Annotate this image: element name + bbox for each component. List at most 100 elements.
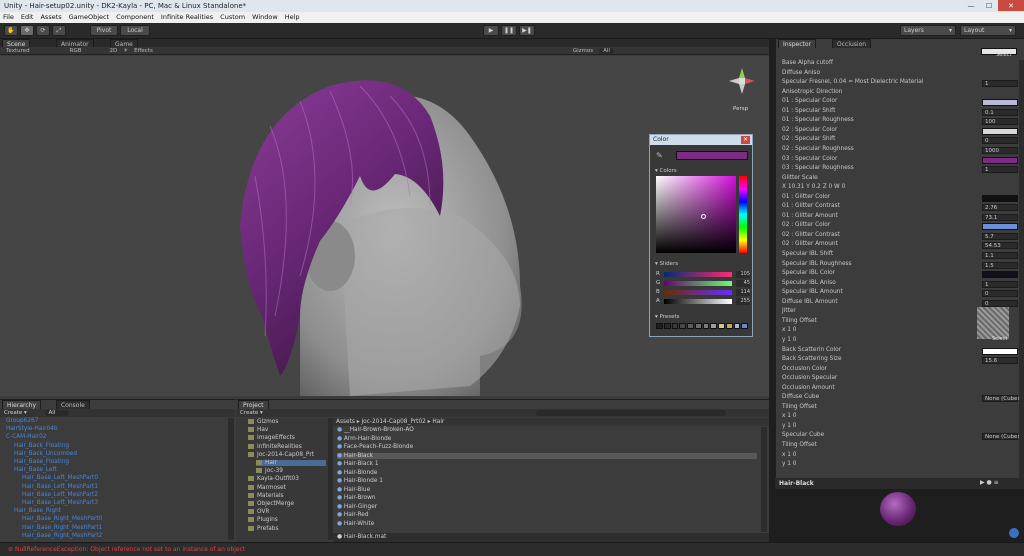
- hierarchy-item[interactable]: Hair_Base_Left_MeshPart3: [22, 500, 98, 506]
- menu-custom[interactable]: Custom: [220, 13, 245, 22]
- menu-file[interactable]: File: [3, 13, 14, 22]
- asset-item[interactable]: ● Hair-Brown: [337, 495, 376, 501]
- property-value-field[interactable]: 1: [982, 166, 1018, 174]
- move-tool-icon[interactable]: ✥: [20, 25, 34, 36]
- preset-swatch[interactable]: [733, 323, 741, 329]
- asset-item[interactable]: ● Hair-Black 1: [337, 461, 379, 467]
- property-value-field[interactable]: 100: [982, 118, 1018, 126]
- folder-item[interactable]: Plugins: [248, 517, 278, 523]
- folder-item[interactable]: Joc-2014-Cap08_Prt: [248, 451, 314, 458]
- color-swatch[interactable]: [982, 99, 1018, 107]
- folder-item[interactable]: Marmoset: [248, 484, 286, 491]
- asset-item[interactable]: ● Face-Peach-Fuzz-Blonde: [337, 444, 413, 450]
- project-search-input[interactable]: [536, 410, 726, 416]
- 2d-toggle[interactable]: 2D: [109, 48, 117, 54]
- slider-a-value[interactable]: 255: [736, 298, 750, 305]
- folder-item[interactable]: Gizmos: [248, 419, 278, 425]
- hierarchy-create-dropdown[interactable]: Create: [4, 410, 22, 416]
- hierarchy-item[interactable]: Hair_Base_Right_MeshPart1: [22, 525, 102, 531]
- property-value-field[interactable]: 1.5: [982, 261, 1018, 269]
- pivot-toggle[interactable]: Pivot: [90, 25, 118, 36]
- hierarchy-item[interactable]: Hair_Back_Uncombed: [14, 451, 77, 457]
- property-value-field[interactable]: 54.53: [982, 242, 1018, 250]
- render-mode-dropdown[interactable]: RGB: [70, 48, 82, 54]
- hierarchy-item[interactable]: Hair_Base_Floating: [14, 459, 69, 465]
- hierarchy-item[interactable]: C-CAM-Hair02: [6, 434, 47, 440]
- hierarchy-item[interactable]: Hair_Base_Right_MeshPart2: [22, 533, 102, 539]
- maximize-button[interactable]: ☐: [980, 0, 998, 11]
- asset-item[interactable]: ● Hair-Ginger: [337, 504, 377, 510]
- slider-g-track[interactable]: [664, 281, 732, 286]
- hierarchy-item[interactable]: HairStyle-Hair04b: [6, 426, 58, 432]
- project-create-dropdown[interactable]: Create: [240, 410, 258, 416]
- folder-item[interactable]: Hair: [256, 460, 326, 466]
- hierarchy-item[interactable]: Hair_Base_Left_MeshPart2: [22, 492, 98, 498]
- asset-item[interactable]: ● Hair-Blue: [337, 487, 370, 493]
- hierarchy-item[interactable]: Hair_Base_Right_MeshPart0: [22, 516, 102, 522]
- close-button[interactable]: ✕: [998, 0, 1024, 11]
- preset-swatch[interactable]: [702, 323, 710, 329]
- slider-a-track[interactable]: [664, 299, 732, 304]
- property-value-field[interactable]: None (Cubemap): [982, 395, 1024, 403]
- lighting-toggle-icon[interactable]: ☀: [123, 48, 128, 54]
- menu-component[interactable]: Component: [116, 13, 154, 22]
- asset-item[interactable]: ● Hair-Blonde: [337, 470, 377, 476]
- project-breadcrumb[interactable]: Assets ▸ Joc-2014-Cap08_Prt02 ▸ Hair: [333, 418, 769, 426]
- hierarchy-item[interactable]: Hair_Base_Right: [14, 508, 61, 514]
- folder-item[interactable]: Joc-39: [256, 468, 283, 474]
- color-cursor[interactable]: [701, 214, 706, 219]
- menu-help[interactable]: Help: [285, 13, 300, 22]
- color-swatch[interactable]: [982, 194, 1018, 202]
- folder-item[interactable]: ImageEffects: [248, 435, 295, 441]
- color-swatch[interactable]: [982, 347, 1018, 355]
- jitter-select-button[interactable]: Select: [992, 336, 1007, 342]
- tab-occlusion[interactable]: Occlusion: [832, 39, 872, 48]
- property-value-field[interactable]: 1.1: [982, 252, 1018, 259]
- slider-r-value[interactable]: 105: [736, 271, 750, 278]
- tab-console[interactable]: Console: [56, 400, 90, 409]
- preset-swatch[interactable]: [679, 323, 686, 329]
- asset-item[interactable]: ● Hair-White: [337, 521, 374, 527]
- menu-edit[interactable]: Edit: [21, 13, 34, 22]
- preset-swatch[interactable]: [687, 323, 694, 329]
- projection-label[interactable]: Persp: [733, 106, 748, 112]
- property-value-field[interactable]: 15.6: [982, 357, 1018, 365]
- play-button[interactable]: ▶: [483, 25, 499, 36]
- folder-item[interactable]: ObjectMerge: [248, 501, 294, 507]
- menu-assets[interactable]: Assets: [40, 13, 61, 22]
- asset-item[interactable]: ● Hair-Black: [337, 452, 757, 459]
- effects-dropdown[interactable]: Effects: [134, 48, 153, 54]
- layout-dropdown[interactable]: Layout ▾: [960, 25, 1016, 36]
- color-swatch[interactable]: [982, 156, 1018, 164]
- scene-search-input[interactable]: All: [599, 47, 614, 54]
- slider-g-value[interactable]: 45: [736, 280, 750, 287]
- slider-b-track[interactable]: [664, 290, 732, 295]
- hierarchy-search-input[interactable]: All: [44, 410, 70, 416]
- preset-swatch[interactable]: [710, 323, 717, 329]
- pause-button[interactable]: ❚❚: [501, 25, 517, 36]
- layers-dropdown[interactable]: Layers ▾: [900, 25, 956, 36]
- inspector-scrollbar[interactable]: [1019, 60, 1024, 480]
- folder-item[interactable]: Kayla-Outfit03: [248, 476, 299, 482]
- hand-tool-icon[interactable]: ✋: [4, 25, 18, 36]
- slider-r-track[interactable]: [664, 272, 732, 277]
- status-bar[interactable]: ⊘ NullReferenceException: Object referen…: [0, 542, 1024, 556]
- material-preview-sphere[interactable]: [880, 492, 916, 526]
- preset-swatch[interactable]: [656, 323, 663, 329]
- hierarchy-item[interactable]: Hair_Base_Left_MeshPart1: [22, 484, 98, 490]
- hierarchy-item[interactable]: Hair_Back_Floating: [14, 443, 69, 449]
- property-value-field[interactable]: 73.1: [982, 213, 1018, 221]
- property-value-field[interactable]: 0: [982, 137, 1018, 145]
- close-icon[interactable]: ✕: [741, 136, 750, 144]
- property-value-field[interactable]: 0.1: [982, 108, 1018, 116]
- preset-swatch[interactable]: [671, 323, 679, 329]
- asset-item[interactable]: ● Arm-Hair-Blonde: [337, 436, 391, 442]
- property-value-field[interactable]: 0: [982, 299, 1018, 307]
- step-button[interactable]: ▶❚: [519, 25, 535, 36]
- tab-inspector[interactable]: Inspector: [778, 39, 816, 48]
- saturation-value-field[interactable]: [656, 176, 736, 253]
- property-value-field[interactable]: 0: [982, 290, 1018, 298]
- property-value-field[interactable]: 1000: [982, 146, 1018, 154]
- scene-orientation-gizmo[interactable]: [727, 66, 757, 106]
- preset-swatch[interactable]: [725, 323, 733, 329]
